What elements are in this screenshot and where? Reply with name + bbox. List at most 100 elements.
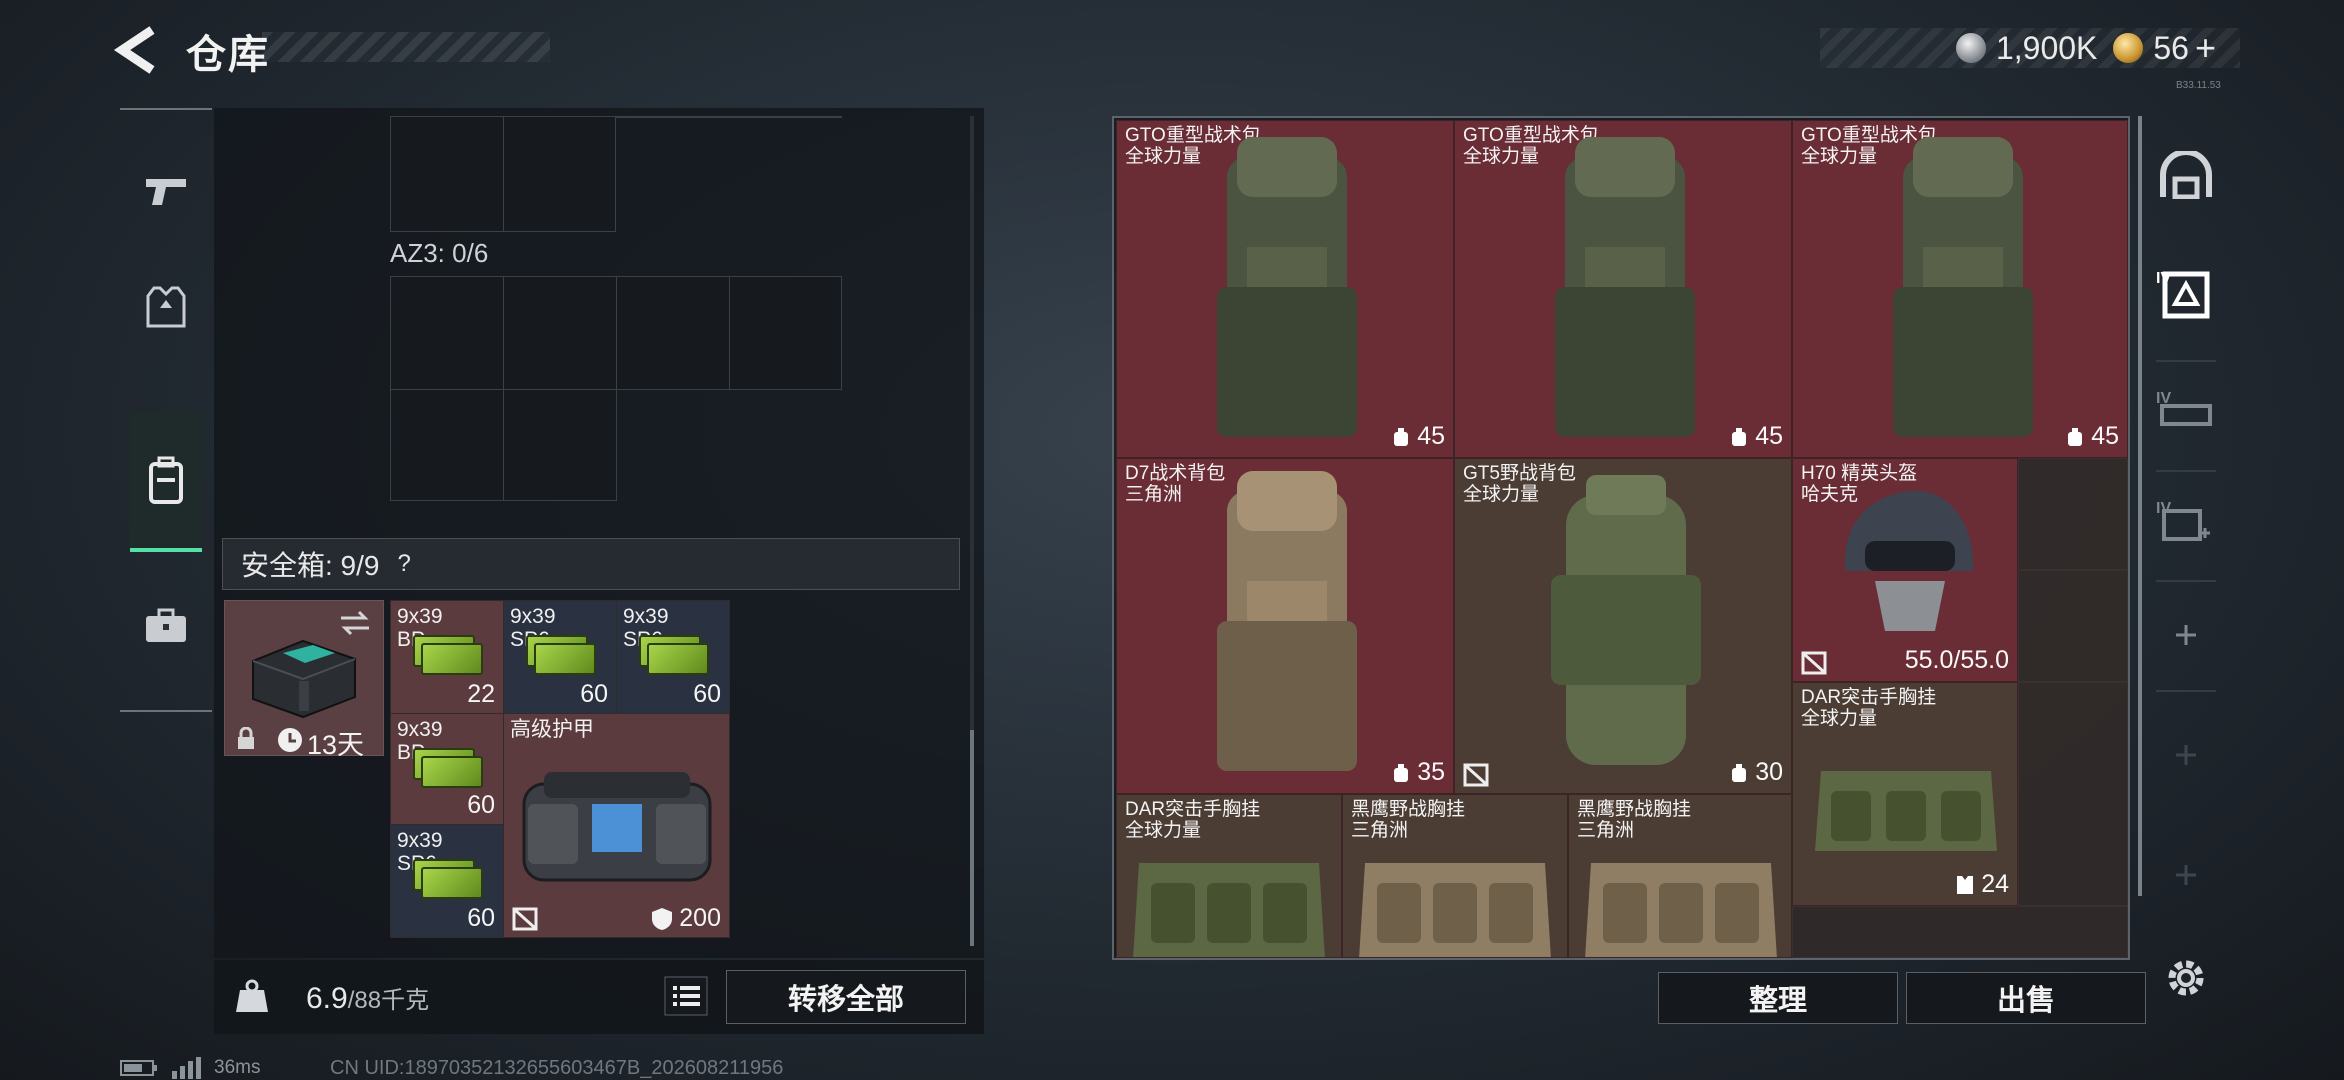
gold-amount: 56 — [2153, 29, 2189, 66]
page-title: 仓库 — [186, 33, 270, 77]
helmet-icon — [1845, 491, 1974, 631]
safebox-header: 安全箱: 9/9 ? — [222, 538, 960, 590]
empty-slot[interactable] — [1792, 906, 2128, 958]
stash-item-blackhawk-vest[interactable]: 黑鹰野战胸挂 三角洲 — [1342, 794, 1568, 958]
empty-slot[interactable] — [2018, 570, 2128, 682]
grid-slot[interactable] — [390, 276, 504, 390]
right-scrollbar-thumb[interactable] — [2138, 116, 2142, 896]
armor-item[interactable]: 高级护甲 200 — [503, 713, 730, 938]
gto-backpack-icon — [1217, 137, 1357, 437]
stash-item-d7-backpack[interactable]: D7战术背包 三角洲 35 — [1116, 458, 1454, 794]
list-view-button[interactable] — [664, 976, 708, 1016]
silver-currency[interactable]: 1,900K — [1955, 29, 2098, 67]
grid-slot[interactable] — [503, 389, 617, 501]
transfer-all-button[interactable]: 转移全部 — [726, 970, 966, 1024]
grid-slot[interactable] — [616, 276, 730, 390]
stash-tab-main[interactable] — [2146, 130, 2226, 220]
item-quantity: 60 — [467, 904, 495, 932]
stash-item-dar-vest[interactable]: DAR突击手胸挂 全球力量 — [1116, 794, 1342, 958]
gto-backpack-icon — [1555, 137, 1695, 437]
plus-icon — [2176, 625, 2196, 645]
backpack-capacity-icon — [1394, 763, 1409, 782]
silver-amount: 1,900K — [1995, 29, 2098, 66]
stash-item-gto-backpack[interactable]: GTO重型战术包 全球力量 45 — [1454, 120, 1792, 458]
tier-label: IV — [2156, 270, 2172, 287]
az3-capacity-label: AZ3: 0/6 — [390, 238, 489, 268]
grid-slot[interactable] — [390, 116, 504, 232]
weight-value: 6.9/88千克 — [306, 980, 429, 1016]
grid-edge — [616, 116, 842, 118]
add-stash-button[interactable] — [2146, 590, 2226, 680]
back-button[interactable] — [112, 24, 162, 76]
item-name: 高级护甲 — [510, 718, 594, 741]
capacity-tag: 45 — [1391, 422, 1445, 451]
item-quantity: 60 — [693, 680, 721, 708]
ammo-item[interactable]: 9x39 SP6 60 — [390, 824, 504, 938]
rail-tab-case[interactable] — [130, 580, 202, 672]
clock-icon — [278, 728, 302, 752]
capacity-tag: 24 — [1955, 870, 2009, 899]
safebox-case-icon — [252, 639, 356, 719]
stash-item-gto-backpack[interactable]: GTO重型战术包 全球力量 45 — [1116, 120, 1454, 458]
armor-bag-icon — [522, 772, 712, 882]
capacity-tag: 30 — [1729, 758, 1783, 787]
safebox-timer: 13天 — [307, 730, 365, 760]
backpack-capacity-icon — [1732, 427, 1747, 446]
empty-slot[interactable] — [2018, 682, 2128, 906]
capacity-value: 35 — [1417, 758, 1445, 786]
rail-divider — [120, 710, 212, 712]
grid-slot[interactable] — [503, 116, 616, 232]
empty-slot[interactable] — [2018, 458, 2128, 570]
stash-tab-iv-1[interactable]: IV — [2146, 250, 2226, 340]
briefcase-icon — [146, 608, 186, 642]
durability-value: 200 — [679, 904, 721, 932]
ammo-item[interactable]: 9x39 SP6 60 — [503, 600, 617, 714]
rail-tab-backpack[interactable] — [130, 412, 202, 552]
stash-tab-iv-2[interactable]: IV — [2146, 370, 2226, 460]
chest-rig-icon — [1815, 771, 1997, 851]
grid-slot[interactable] — [503, 276, 617, 390]
stash-dome-icon — [2160, 151, 2212, 199]
safebox-help-button[interactable]: ? — [397, 550, 410, 578]
armor-vest-icon — [146, 286, 186, 328]
stash-item-blackhawk-vest[interactable]: 黑鹰野战胸挂 三角洲 — [1568, 794, 1792, 958]
capacity-value: 45 — [1755, 422, 1783, 450]
stash-item-h70-helmet[interactable]: H70 精英头盔 哈夫克 55.0/55.0 — [1792, 458, 2018, 682]
rail-separator — [2156, 470, 2216, 472]
pistol-icon — [146, 179, 186, 205]
stash-tabs-rail: IV IV IV — [2146, 110, 2226, 970]
stash-item-dar-vest[interactable]: DAR突击手胸挂 全球力量 24 — [1792, 682, 2018, 906]
add-stash-button[interactable] — [2146, 710, 2226, 800]
ammo-item[interactable]: 9x39 SP6 60 — [616, 600, 730, 714]
rail-tab-armor[interactable] — [130, 262, 202, 354]
left-category-rail — [120, 108, 212, 712]
safebox-grid: 9x39 BP 22 9x39 SP6 60 9x39 SP6 60 9x39 … — [390, 600, 730, 938]
add-currency-button[interactable]: + — [2195, 27, 2216, 69]
left-scrollbar-thumb[interactable] — [970, 730, 974, 946]
safebox-container[interactable]: 13天 — [224, 600, 384, 760]
safebox-label: 安全箱: 9/9 — [241, 550, 380, 581]
grid-slot[interactable] — [390, 389, 504, 501]
item-quantity: 22 — [467, 680, 495, 708]
settings-gear-icon[interactable] — [2162, 954, 2210, 1002]
battery-icon — [120, 1060, 157, 1076]
ammo-item[interactable]: 9x39 BP 60 — [390, 713, 504, 825]
sort-button[interactable]: 整理 — [1658, 972, 1898, 1024]
ammo-box-icon — [534, 643, 596, 675]
no-sell-icon — [1801, 651, 1827, 675]
sell-button[interactable]: 出售 — [1906, 972, 2146, 1024]
tier-label: IV — [2156, 390, 2172, 407]
gold-currency[interactable]: 56 + — [2113, 27, 2216, 69]
stash-item-gt5-backpack[interactable]: GT5野战背包 全球力量 30 — [1454, 458, 1792, 794]
stash-item-gto-backpack[interactable]: GTO重型战术包 全球力量 45 — [1792, 120, 2128, 458]
capacity-value: 45 — [2091, 422, 2119, 450]
rail-separator — [2156, 360, 2216, 362]
grid-slot[interactable] — [729, 276, 842, 390]
chest-rig-icon — [1359, 863, 1551, 957]
rail-tab-weapons[interactable] — [130, 146, 202, 238]
shield-icon — [652, 907, 673, 930]
add-stash-button[interactable] — [2146, 830, 2226, 920]
status-bar: 36ms — [120, 1056, 260, 1080]
stash-tab-iv-3[interactable]: IV — [2146, 480, 2226, 570]
ammo-item[interactable]: 9x39 BP 22 — [390, 600, 504, 714]
